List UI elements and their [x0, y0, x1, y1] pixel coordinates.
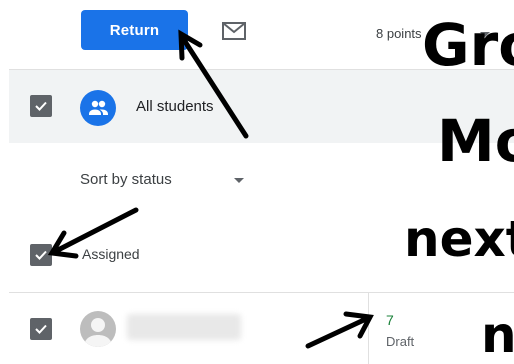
avatar	[80, 311, 116, 347]
overlay-text: n	[481, 306, 514, 364]
arrow-assigned-head	[47, 230, 79, 259]
arrow-grade-head	[343, 311, 374, 339]
assigned-checkbox[interactable]	[30, 244, 52, 266]
divider	[9, 292, 514, 293]
assigned-section-label: Assigned	[82, 246, 140, 262]
arrow-grade	[305, 316, 369, 349]
arrow-assigned	[55, 207, 139, 253]
overlay-text: next	[404, 210, 514, 268]
column-divider	[368, 293, 369, 364]
student-status: Draft	[386, 334, 415, 349]
student-grade[interactable]: 7	[386, 312, 394, 328]
overlay-text: Mo	[437, 107, 514, 175]
student-checkbox[interactable]	[30, 318, 52, 340]
sort-select[interactable]: Sort by status	[80, 171, 172, 188]
check-icon	[35, 250, 47, 260]
select-all-checkbox[interactable]	[30, 95, 52, 117]
chevron-down-icon[interactable]	[234, 178, 244, 183]
student-name-redacted[interactable]	[127, 314, 241, 340]
return-button[interactable]: Return	[81, 10, 188, 50]
check-icon	[35, 324, 47, 334]
all-students-label: All students	[136, 98, 214, 115]
points-select[interactable]: 8 points	[376, 26, 422, 41]
mail-icon[interactable]	[222, 22, 246, 40]
group-icon	[80, 90, 116, 126]
overlay-text: Gro	[422, 11, 514, 79]
check-icon	[35, 101, 47, 111]
